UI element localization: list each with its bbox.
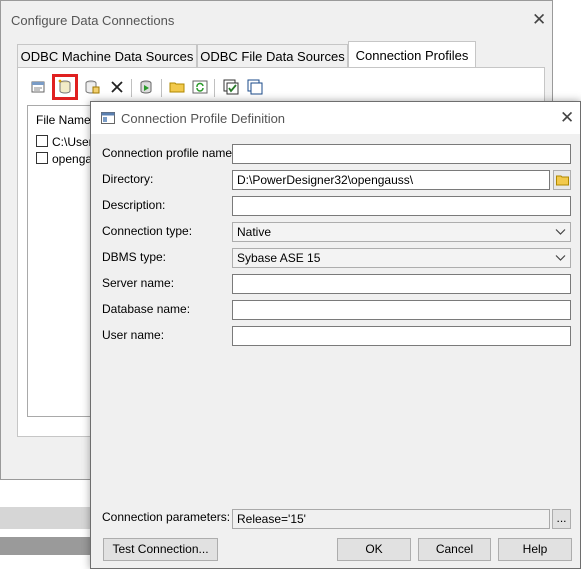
checkbox[interactable]	[36, 135, 48, 147]
connection-parameters-label: Connection parameters:	[102, 510, 231, 524]
close-icon[interactable]: ✕	[560, 108, 574, 128]
connection-type-value: Native	[237, 225, 272, 239]
refresh-icon[interactable]	[189, 76, 211, 98]
connection-profile-list: File Name C:\Users opengau	[27, 105, 99, 417]
dbms-type-value: Sybase ASE 15	[237, 251, 321, 265]
checkbox[interactable]	[36, 152, 48, 164]
new-connection-profile-icon[interactable]	[52, 74, 78, 100]
connection-type-label: Connection type:	[102, 224, 193, 238]
uncheck-all-icon[interactable]	[244, 76, 266, 98]
properties-icon[interactable]	[27, 76, 49, 98]
window-title: Configure Data Connections	[11, 13, 175, 28]
copy-profile-icon[interactable]	[81, 76, 103, 98]
ok-button[interactable]: OK	[337, 538, 411, 561]
dialog-app-icon	[101, 112, 115, 124]
connection-type-select[interactable]: Native	[232, 222, 571, 242]
chevron-down-icon	[555, 255, 566, 261]
open-folder-icon[interactable]	[166, 76, 188, 98]
chevron-down-icon	[555, 229, 566, 235]
folder-icon	[556, 175, 569, 186]
toolbar-separator	[131, 79, 132, 97]
toolbar-separator	[214, 79, 215, 97]
directory-input[interactable]: D:\PowerDesigner32\opengauss\	[232, 170, 550, 190]
description-input[interactable]	[232, 196, 571, 216]
user-name-label: User name:	[102, 328, 165, 342]
close-icon[interactable]: ✕	[532, 10, 546, 30]
server-name-input[interactable]	[232, 274, 571, 294]
dbms-type-label: DBMS type:	[102, 250, 167, 264]
profile-name-input[interactable]	[232, 144, 571, 164]
dialog-titlebar: Connection Profile Definition ✕	[91, 102, 580, 134]
connection-profile-definition-dialog: Connection Profile Definition ✕ Connecti…	[90, 101, 581, 569]
user-name-input[interactable]	[232, 326, 571, 346]
test-connection-button[interactable]: Test Connection...	[103, 538, 218, 561]
browse-folder-button[interactable]	[553, 170, 571, 190]
connection-parameters-input[interactable]: Release='15'	[232, 509, 550, 529]
description-label: Description:	[102, 198, 166, 212]
delete-icon[interactable]	[106, 76, 128, 98]
server-name-label: Server name:	[102, 276, 175, 290]
tab-odbc-file-data-sources[interactable]: ODBC File Data Sources	[197, 44, 348, 67]
dbms-type-select[interactable]: Sybase ASE 15	[232, 248, 571, 268]
profile-name-label: Connection profile name:	[102, 146, 236, 160]
tab-connection-profiles[interactable]: Connection Profiles	[348, 41, 476, 68]
help-button[interactable]: Help	[498, 538, 572, 561]
test-connection-icon[interactable]	[135, 76, 157, 98]
database-name-input[interactable]	[232, 300, 571, 320]
dialog-title: Connection Profile Definition	[121, 111, 286, 126]
directory-label: Directory:	[102, 172, 154, 186]
toolbar-separator	[161, 79, 162, 97]
tab-odbc-machine-data-sources[interactable]: ODBC Machine Data Sources	[17, 44, 197, 67]
cancel-button[interactable]: Cancel	[418, 538, 491, 561]
edit-parameters-button[interactable]: ...	[552, 509, 571, 529]
background-taskbar-strip-dark	[0, 537, 100, 555]
check-all-icon[interactable]	[220, 76, 242, 98]
background-taskbar-strip	[0, 507, 100, 529]
column-header-file-name[interactable]: File Name	[36, 113, 91, 127]
database-name-label: Database name:	[102, 302, 191, 316]
